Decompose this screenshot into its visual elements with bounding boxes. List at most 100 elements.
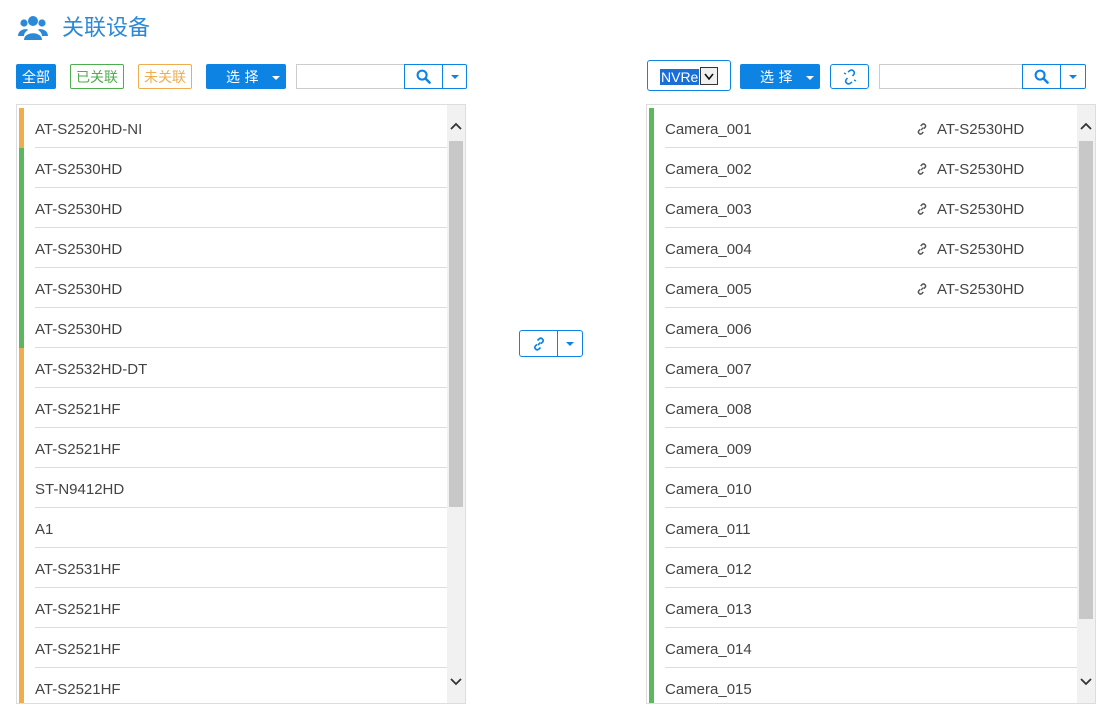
status-bar <box>649 628 654 668</box>
camera-name: Camera_010 <box>665 481 752 498</box>
link-options-button[interactable] <box>557 330 583 357</box>
device-list-item[interactable]: AT-S2521HF <box>19 588 447 628</box>
left-select-dropdown[interactable]: 选 择 <box>206 64 286 89</box>
camera-list-scroll-thumb[interactable] <box>1079 141 1093 619</box>
right-select-label: 选 择 <box>760 69 793 86</box>
device-name: AT-S2520HD-NI <box>35 121 143 138</box>
device-name: ST-N9412HD <box>35 481 125 498</box>
device-name: AT-S2521HF <box>35 641 121 658</box>
camera-name: Camera_012 <box>665 561 752 578</box>
filter-all-button[interactable]: 全部 <box>16 64 56 89</box>
camera-name: Camera_003 <box>665 201 752 218</box>
camera-list-item[interactable]: Camera_012 <box>649 548 1077 588</box>
status-bar <box>19 108 24 148</box>
device-name: AT-S2530HD <box>35 241 123 258</box>
device-list-item[interactable]: AT-S2530HD <box>19 228 447 268</box>
camera-list-item[interactable]: Camera_011 <box>649 508 1077 548</box>
status-bar <box>649 108 654 148</box>
camera-list-item[interactable]: Camera_003 AT-S2530HD <box>649 188 1077 228</box>
status-bar <box>19 228 24 268</box>
device-list-item[interactable]: AT-S2521HF <box>19 628 447 668</box>
camera-list-item[interactable]: Camera_005 AT-S2530HD <box>649 268 1077 308</box>
device-list-item[interactable]: A1 <box>19 508 447 548</box>
device-list-item[interactable]: AT-S2530HD <box>19 308 447 348</box>
caret-down-icon <box>1069 74 1077 79</box>
camera-name: Camera_013 <box>665 601 752 618</box>
left-search-input[interactable] <box>296 64 405 89</box>
right-search-options-button[interactable] <box>1060 64 1086 89</box>
camera-list-item[interactable]: Camera_013 <box>649 588 1077 628</box>
device-list-item[interactable]: AT-S2532HD-DT <box>19 348 447 388</box>
scroll-up-icon[interactable] <box>1080 121 1092 133</box>
device-list-item[interactable]: AT-S2521HF <box>19 428 447 468</box>
camera-list-item[interactable]: Camera_007 <box>649 348 1077 388</box>
device-list-item[interactable]: AT-S2531HF <box>19 548 447 588</box>
nvr-select[interactable]: NVRe <box>647 60 731 91</box>
camera-name: Camera_001 <box>665 121 752 138</box>
caret-down-icon <box>566 341 574 346</box>
status-bar <box>649 188 654 228</box>
unlink-button[interactable] <box>830 64 869 89</box>
device-list-scrollbar[interactable] <box>447 105 465 703</box>
right-search-input[interactable] <box>879 64 1023 89</box>
camera-list-item[interactable]: Camera_006 <box>649 308 1077 348</box>
device-list-item[interactable]: AT-S2521HF <box>19 668 447 703</box>
linked-device-name: AT-S2530HD <box>937 241 1025 258</box>
status-bar <box>649 388 654 428</box>
device-list-item[interactable]: ST-N9412HD <box>19 468 447 508</box>
status-bar <box>649 308 654 348</box>
status-bar <box>649 508 654 548</box>
status-bar <box>649 268 654 308</box>
status-bar <box>19 388 24 428</box>
camera-list-item[interactable]: Camera_015 <box>649 668 1077 703</box>
link-icon <box>915 202 929 216</box>
status-bar <box>19 628 24 668</box>
camera-name: Camera_014 <box>665 641 752 658</box>
camera-list-item[interactable]: Camera_009 <box>649 428 1077 468</box>
right-search-button[interactable] <box>1022 64 1061 89</box>
status-bar <box>19 548 24 588</box>
status-bar <box>649 428 654 468</box>
device-list-panel: AT-S2520HD-NI AT-S2530HD AT-S2530HD AT-S253… <box>16 104 466 704</box>
search-icon <box>416 69 431 84</box>
status-bar <box>649 588 654 628</box>
camera-list-item[interactable]: Camera_008 <box>649 388 1077 428</box>
device-name: AT-S2521HF <box>35 681 121 698</box>
camera-list-item[interactable]: Camera_002 AT-S2530HD <box>649 148 1077 188</box>
device-name: AT-S2531HF <box>35 561 121 578</box>
camera-list-item[interactable]: Camera_001 AT-S2530HD <box>649 108 1077 148</box>
scroll-down-icon[interactable] <box>450 675 462 687</box>
camera-name: Camera_008 <box>665 401 752 418</box>
device-list-item[interactable]: AT-S2530HD <box>19 148 447 188</box>
device-name: AT-S2521HF <box>35 601 121 618</box>
left-search-options-button[interactable] <box>442 64 467 89</box>
link-icon <box>533 336 544 351</box>
device-name: AT-S2530HD <box>35 281 123 298</box>
scroll-down-icon[interactable] <box>1080 675 1092 687</box>
camera-list-panel: Camera_001 AT-S2530HD Camera_002 AT-S2530HD… <box>646 104 1096 704</box>
filter-associated-button[interactable]: 已关联 <box>70 64 124 89</box>
device-list-item[interactable]: AT-S2530HD <box>19 188 447 228</box>
left-search-button[interactable] <box>404 64 443 89</box>
link-icon <box>915 242 929 256</box>
camera-list-item[interactable]: Camera_010 <box>649 468 1077 508</box>
camera-list-item[interactable]: Camera_014 <box>649 628 1077 668</box>
device-list-item[interactable]: AT-S2530HD <box>19 268 447 308</box>
users-icon <box>18 16 48 40</box>
camera-name: Camera_009 <box>665 441 752 458</box>
device-name: A1 <box>35 521 54 538</box>
device-list-item[interactable]: AT-S2520HD-NI <box>19 108 447 148</box>
link-button[interactable] <box>519 330 558 357</box>
camera-list-scrollbar[interactable] <box>1077 105 1095 703</box>
status-bar <box>649 548 654 588</box>
status-bar <box>19 188 24 228</box>
scroll-up-icon[interactable] <box>450 121 462 133</box>
device-list-scroll-thumb[interactable] <box>449 141 463 507</box>
filter-unassociated-button[interactable]: 未关联 <box>138 64 192 89</box>
caret-down-icon <box>450 74 459 79</box>
device-list-item[interactable]: AT-S2521HF <box>19 388 447 428</box>
camera-list-item[interactable]: Camera_004 AT-S2530HD <box>649 228 1077 268</box>
right-select-dropdown[interactable]: 选 择 <box>740 64 820 89</box>
linked-device-name: AT-S2530HD <box>937 201 1025 218</box>
camera-name: Camera_002 <box>665 161 752 178</box>
